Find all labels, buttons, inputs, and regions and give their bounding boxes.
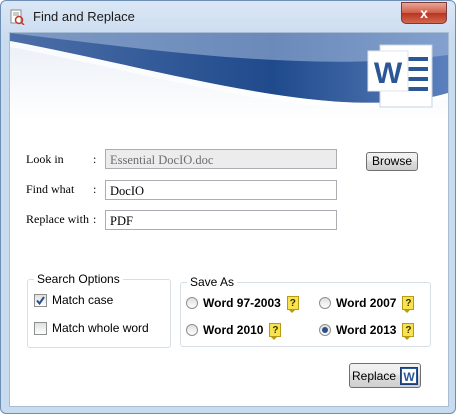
window-title: Find and Replace (33, 9, 135, 24)
find-replace-window: Find and Replace x W Look in: Essential… (0, 0, 456, 414)
match-whole-word-option[interactable]: Match whole word (34, 321, 149, 335)
word-97-2003-option[interactable]: Word 97-2003 ? (186, 296, 299, 313)
help-icon[interactable]: ? (286, 296, 299, 313)
word-97-2003-radio[interactable] (186, 297, 198, 309)
word-icon: W (400, 366, 419, 385)
match-case-label: Match case (52, 293, 114, 307)
save-as-group: Save As Word 97-2003 ? Word 2007 ? Word … (180, 275, 431, 347)
search-options-title: Search Options (34, 272, 123, 286)
match-case-checkbox[interactable] (34, 293, 47, 307)
word-2010-label: Word 2010 (203, 323, 264, 337)
checkmark-icon (36, 295, 45, 305)
find-what-colon: : (93, 182, 97, 196)
word-97-2003-label: Word 97-2003 (203, 296, 281, 310)
svg-text:W: W (403, 370, 415, 384)
word-2010-option[interactable]: Word 2010 ? (186, 323, 282, 340)
look-in-field: Essential DocIO.doc (105, 149, 337, 169)
word-2010-radio[interactable] (186, 324, 198, 336)
look-in-label: Look in (26, 152, 64, 166)
look-in-colon: : (93, 152, 97, 166)
match-whole-word-checkbox[interactable] (34, 321, 47, 335)
title-bar[interactable]: Find and Replace x (1, 1, 455, 33)
replace-with-colon: : (93, 212, 97, 226)
browse-button[interactable]: Browse (366, 152, 418, 171)
app-icon (10, 9, 25, 25)
help-icon[interactable]: ? (402, 296, 415, 313)
match-case-option[interactable]: Match case (34, 293, 113, 307)
close-button[interactable]: x (401, 2, 447, 24)
word-2007-radio[interactable] (319, 297, 331, 309)
help-icon[interactable]: ? (402, 323, 415, 340)
save-as-title: Save As (187, 275, 238, 289)
replace-button[interactable]: Replace W (349, 363, 421, 388)
svg-text:W: W (374, 57, 403, 90)
banner: W (10, 33, 448, 121)
word-2013-radio[interactable] (319, 324, 331, 336)
replace-button-label: Replace (351, 368, 397, 383)
search-options-group: Search Options Match case Match whole wo… (27, 272, 171, 348)
word-2007-option[interactable]: Word 2007 ? (319, 296, 415, 313)
match-whole-word-label: Match whole word (52, 321, 149, 335)
word-2007-label: Word 2007 (336, 296, 397, 310)
replace-with-field[interactable]: PDF (105, 210, 337, 230)
replace-with-label: Replace with (26, 212, 89, 226)
help-icon[interactable]: ? (269, 323, 282, 340)
find-what-field[interactable]: DocIO (105, 180, 337, 200)
word-2013-option[interactable]: Word 2013 ? (319, 323, 415, 340)
dialog-content: W Look in : Essential DocIO.doc Browse F… (9, 32, 449, 407)
find-what-label: Find what (26, 182, 75, 196)
word-logo-icon: W (367, 44, 433, 108)
word-2013-label: Word 2013 (336, 323, 397, 337)
close-icon: x (420, 5, 428, 21)
